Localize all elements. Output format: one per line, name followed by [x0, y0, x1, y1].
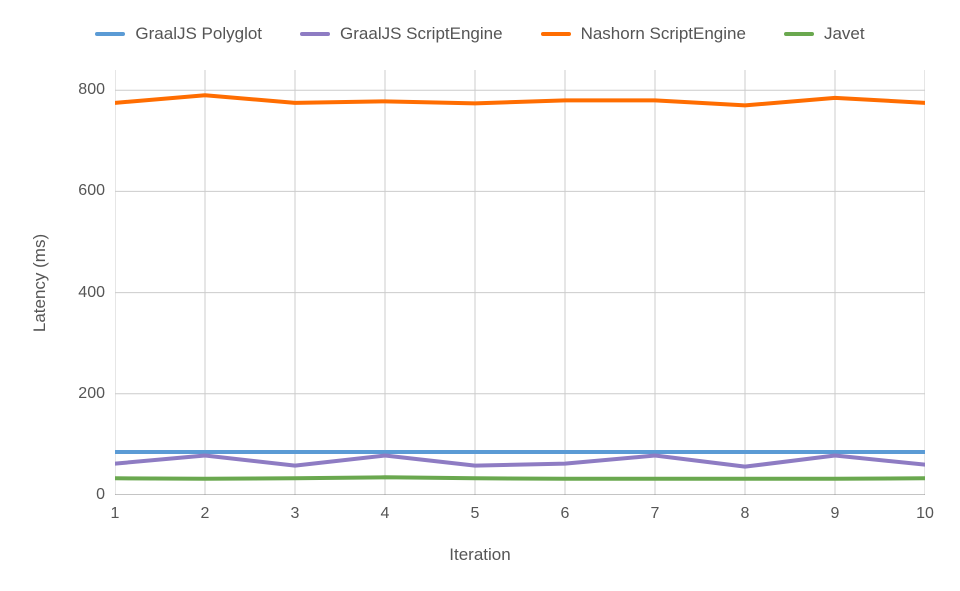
- latency-chart: GraalJS Polyglot GraalJS ScriptEngine Na…: [0, 0, 960, 591]
- series-line: [115, 477, 925, 479]
- x-tick: 7: [651, 505, 660, 523]
- x-tick: 4: [381, 505, 390, 523]
- legend-label: GraalJS Polyglot: [135, 24, 262, 44]
- legend-item-graaljs-polyglot: GraalJS Polyglot: [95, 24, 262, 44]
- x-axis-label: Iteration: [0, 545, 960, 565]
- x-tick: 3: [291, 505, 300, 523]
- x-tick: 8: [741, 505, 750, 523]
- legend-swatch: [300, 32, 330, 36]
- legend-swatch: [784, 32, 814, 36]
- legend-item-nashorn-scriptengine: Nashorn ScriptEngine: [541, 24, 746, 44]
- y-tick: 600: [78, 182, 105, 200]
- x-tick: 10: [916, 505, 934, 523]
- x-tick: 1: [111, 505, 120, 523]
- legend-label: GraalJS ScriptEngine: [340, 24, 503, 44]
- legend-swatch: [95, 32, 125, 36]
- plot-area: [115, 70, 925, 495]
- y-tick: 200: [78, 385, 105, 403]
- legend-label: Javet: [824, 24, 865, 44]
- gridlines: [115, 70, 925, 495]
- x-tick: 9: [831, 505, 840, 523]
- y-tick: 800: [78, 81, 105, 99]
- legend-item-graaljs-scriptengine: GraalJS ScriptEngine: [300, 24, 503, 44]
- series-line: [115, 456, 925, 467]
- y-tick: 0: [96, 486, 105, 504]
- x-tick-labels: 12345678910: [115, 505, 925, 525]
- legend-swatch: [541, 32, 571, 36]
- x-tick: 6: [561, 505, 570, 523]
- x-tick: 5: [471, 505, 480, 523]
- y-tick: 400: [78, 284, 105, 302]
- chart-legend: GraalJS Polyglot GraalJS ScriptEngine Na…: [0, 24, 960, 44]
- x-tick: 2: [201, 505, 210, 523]
- legend-label: Nashorn ScriptEngine: [581, 24, 746, 44]
- y-tick-labels: 0200400600800: [0, 70, 105, 495]
- series-line: [115, 95, 925, 105]
- legend-item-javet: Javet: [784, 24, 865, 44]
